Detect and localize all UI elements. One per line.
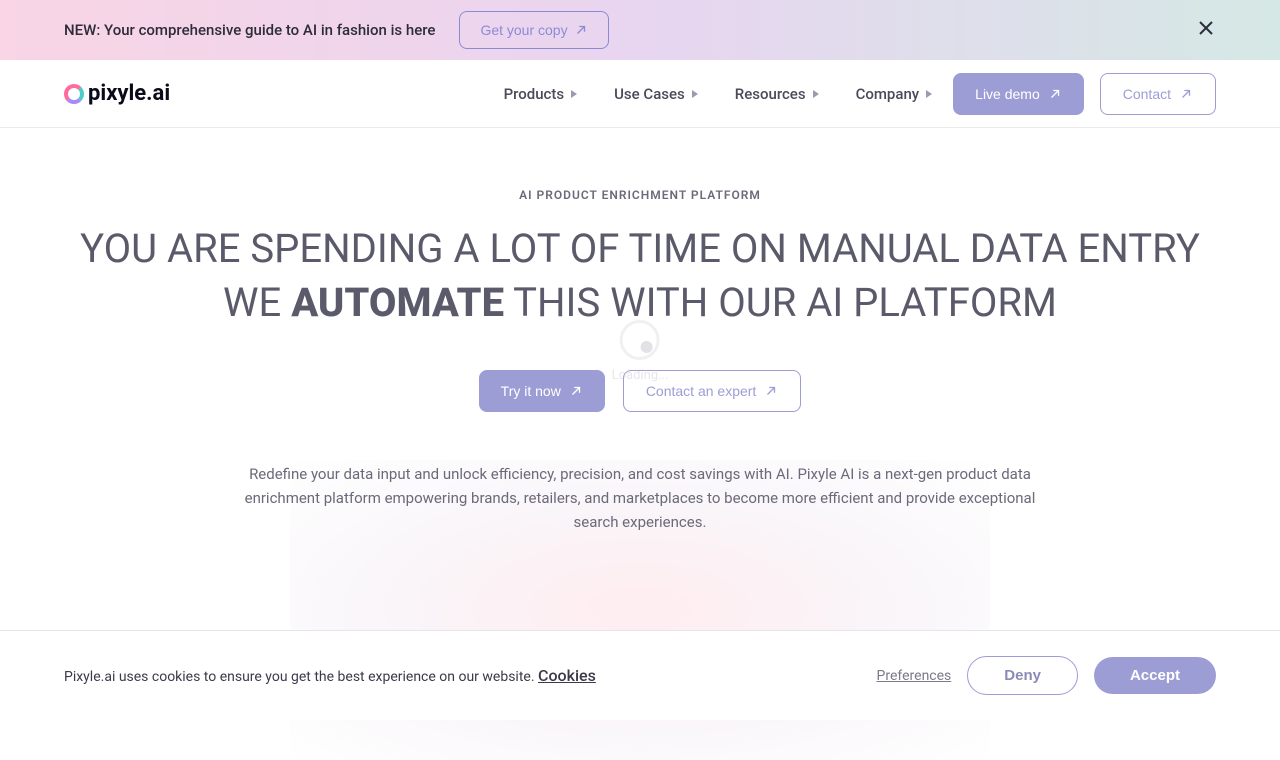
hero-title: YOU ARE SPENDING A LOT OF TIME ON MANUAL…: [64, 222, 1216, 330]
nav-label-resources: Resources: [735, 85, 806, 103]
nav-label-use-cases: Use Cases: [614, 85, 685, 103]
cookie-deny-button[interactable]: Deny: [967, 656, 1078, 695]
cookies-policy-link[interactable]: Cookies: [538, 666, 596, 685]
contact-label: Contact: [1123, 86, 1171, 102]
announcement-banner: NEW: Your comprehensive guide to AI in f…: [0, 0, 1280, 60]
hero-title-bold: AUTOMATE: [291, 279, 504, 326]
arrow-up-right-icon: [764, 384, 778, 398]
chevron-down-icon: [571, 90, 577, 98]
get-copy-button[interactable]: Get your copy: [459, 11, 608, 49]
live-demo-label: Live demo: [975, 86, 1040, 102]
hero-title-prefix: WE: [223, 279, 291, 326]
chevron-down-icon: [926, 90, 932, 98]
chevron-down-icon: [692, 90, 698, 98]
live-demo-button[interactable]: Live demo: [953, 73, 1084, 115]
contact-button[interactable]: Contact: [1100, 73, 1216, 115]
try-it-now-button[interactable]: Try it now: [479, 370, 605, 412]
nav-item-company[interactable]: Company: [856, 85, 934, 103]
loading-text: Loading...: [612, 368, 669, 383]
get-copy-label: Get your copy: [480, 22, 567, 38]
cookie-preferences-link[interactable]: Preferences: [877, 668, 952, 684]
logo-link[interactable]: pixyle.ai: [64, 81, 170, 106]
announcement-text: NEW: Your comprehensive guide to AI in f…: [64, 21, 435, 39]
main-navbar: pixyle.ai Products Use Cases Resources C…: [0, 60, 1280, 128]
logo-icon: [64, 84, 84, 104]
spinner-icon: [620, 320, 660, 360]
cookie-text: Pixyle.ai uses cookies to ensure you get…: [64, 669, 538, 685]
hero-eyebrow: AI PRODUCT ENRICHMENT PLATFORM: [64, 188, 1216, 202]
cookie-message: Pixyle.ai uses cookies to ensure you get…: [64, 666, 596, 685]
cookie-consent-bar: Pixyle.ai uses cookies to ensure you get…: [0, 630, 1280, 720]
nav-item-use-cases[interactable]: Use Cases: [614, 85, 699, 103]
nav-menu: Products Use Cases Resources Company: [504, 85, 934, 103]
loading-overlay: Loading...: [612, 320, 669, 383]
arrow-up-right-icon: [574, 23, 588, 37]
cookie-actions: Preferences Deny Accept: [877, 656, 1216, 695]
try-it-now-label: Try it now: [501, 383, 561, 399]
hero-title-suffix: THIS WITH OUR AI PLATFORM: [504, 279, 1057, 326]
arrow-up-right-icon: [569, 384, 583, 398]
contact-expert-label: Contact an expert: [646, 383, 757, 399]
hero-description: Redefine your data input and unlock effi…: [240, 462, 1040, 534]
nav-label-products: Products: [504, 85, 565, 103]
nav-item-products[interactable]: Products: [504, 85, 579, 103]
close-icon: [1196, 18, 1216, 38]
hero-title-line1: YOU ARE SPENDING A LOT OF TIME ON MANUAL…: [80, 225, 1200, 272]
chevron-down-icon: [813, 90, 819, 98]
nav-label-company: Company: [856, 85, 920, 103]
cookie-accept-button[interactable]: Accept: [1094, 657, 1216, 694]
arrow-up-right-icon: [1179, 87, 1193, 101]
arrow-up-right-icon: [1048, 87, 1062, 101]
nav-item-resources[interactable]: Resources: [735, 85, 820, 103]
logo-text: pixyle.ai: [88, 81, 170, 106]
banner-close-button[interactable]: [1196, 18, 1216, 42]
nav-buttons: Live demo Contact: [953, 73, 1216, 115]
